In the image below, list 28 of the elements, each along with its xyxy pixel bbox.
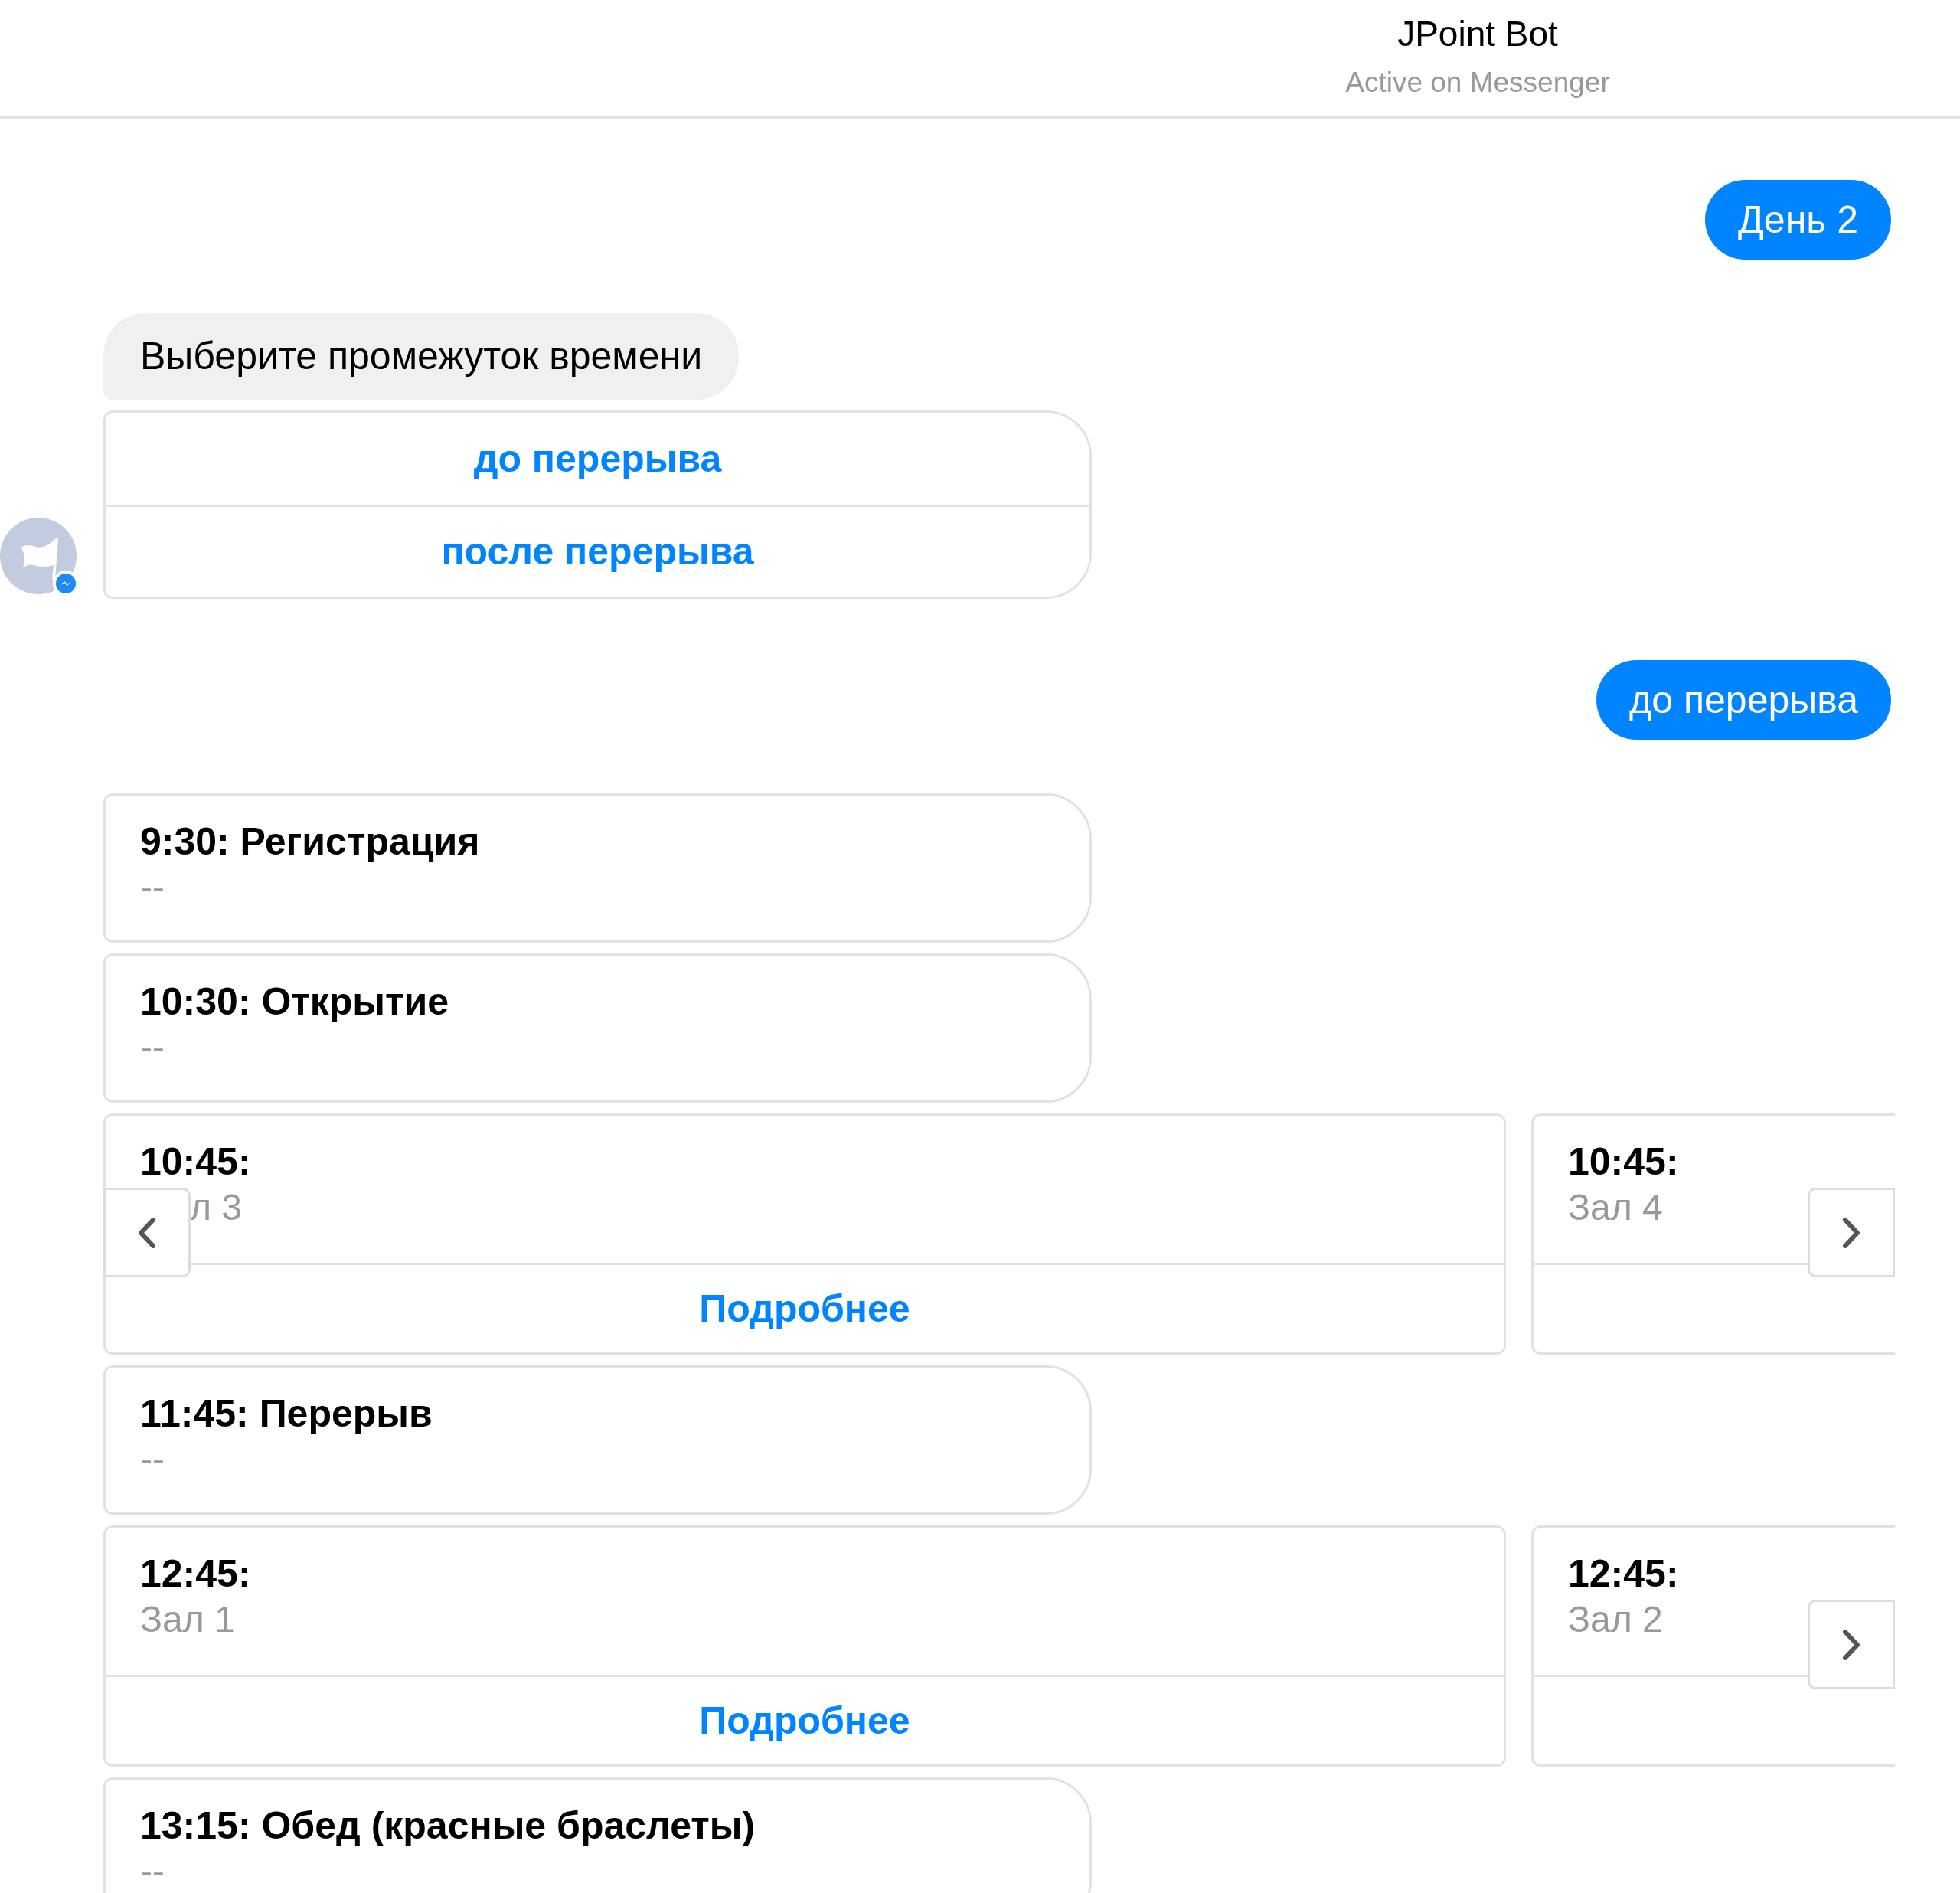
event-title: 11:45: Перерыв bbox=[140, 1391, 433, 1437]
message-bubble: Выберите промежуток времени bbox=[103, 313, 740, 400]
event-title: 10:45: bbox=[1568, 1139, 1680, 1185]
event-subtitle: -- bbox=[140, 1438, 165, 1481]
message-bubble: до перерыва bbox=[1596, 660, 1891, 740]
next-button[interactable] bbox=[1808, 1188, 1895, 1277]
previous-button[interactable] bbox=[103, 1188, 191, 1277]
event-title: 10:30: Открытие bbox=[140, 979, 450, 1025]
quick-reply-button[interactable]: после перерыва bbox=[106, 505, 1089, 597]
event-title: 12:45: bbox=[1568, 1551, 1680, 1597]
chevron-left-icon bbox=[138, 1217, 156, 1248]
event-title: 9:30: Регистрация bbox=[140, 819, 481, 865]
status-text: Active on Messenger bbox=[1345, 65, 1610, 100]
event-subtitle: Зал 4 bbox=[1568, 1186, 1664, 1229]
event-title: 12:45: bbox=[140, 1551, 252, 1597]
event-subtitle: л 3 bbox=[189, 1186, 243, 1229]
event-subtitle: -- bbox=[140, 1026, 165, 1069]
chevron-right-icon bbox=[1842, 1217, 1860, 1248]
chevron-right-icon bbox=[1842, 1629, 1860, 1660]
message-bubble: День 2 bbox=[1704, 180, 1891, 260]
chat-title: JPoint Bot bbox=[1397, 12, 1558, 55]
next-button[interactable] bbox=[1808, 1600, 1895, 1689]
event-title: 13:15: Обед (красные браслеты) bbox=[140, 1803, 756, 1849]
event-subtitle: Зал 1 bbox=[140, 1598, 236, 1641]
event-subtitle: -- bbox=[140, 1850, 165, 1893]
event-subtitle: -- bbox=[140, 866, 165, 909]
event-title: 10:45: bbox=[140, 1139, 252, 1185]
event-subtitle: Зал 2 bbox=[1568, 1598, 1664, 1641]
